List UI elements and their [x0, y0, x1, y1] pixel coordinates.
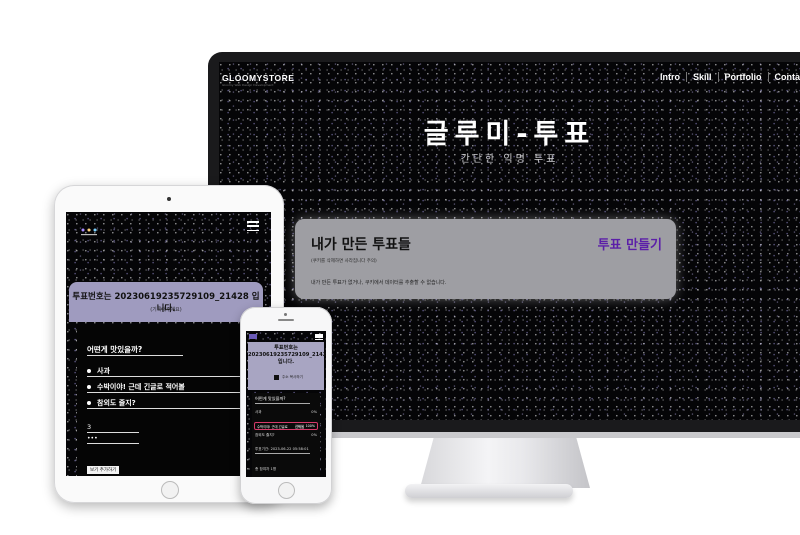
home-button[interactable] — [161, 481, 179, 499]
option-item[interactable]: 참외도 줄지? X — [87, 397, 255, 409]
menu-icon[interactable] — [247, 221, 259, 231]
option-underline — [87, 376, 243, 377]
password-underline — [87, 443, 139, 444]
option-underline — [87, 392, 243, 393]
tablet-camera — [167, 197, 171, 201]
bullet-icon — [87, 385, 91, 389]
question-underline — [87, 355, 183, 356]
bullet-icon — [87, 401, 91, 405]
monitor-stand — [420, 438, 590, 488]
option-text[interactable]: 사과 — [97, 366, 110, 376]
result-option: 참외도 줄지? — [255, 433, 275, 437]
add-option-button[interactable]: 보기 추가하기 — [87, 466, 120, 474]
create-vote-button[interactable]: 투표 만들기 — [598, 234, 662, 253]
site-logo[interactable]: GLOOMYSTORE Gloomy Web Design Developmen… — [222, 73, 294, 87]
home-button[interactable] — [278, 482, 295, 499]
bullet-icon — [87, 369, 91, 373]
deadline-underline — [255, 453, 310, 454]
logo-icon[interactable] — [249, 334, 257, 339]
nav-contact[interactable]: Conta — [767, 72, 800, 82]
main-nav: Intro Skill Portfolio Conta — [654, 72, 800, 82]
option-underline — [87, 408, 243, 409]
nav-skill[interactable]: Skill — [685, 72, 718, 82]
hero-title: 글루미-투표 — [423, 119, 596, 150]
option-text[interactable]: 수박이야! 근데 긴글로 적어볼 — [97, 382, 185, 392]
result-row[interactable]: 참외도 줄지? 0% — [252, 433, 320, 438]
copy-icon[interactable] — [274, 375, 279, 380]
result-percent: 0% — [311, 410, 317, 414]
vote-number-header: 투표번호는 20230619235729109_21428 입니다. (기록해주… — [69, 282, 263, 322]
vote-result-box: 어떤게 맛있을까? 사과 0% 수박이야! 근데 긴글로 선택됨 100% 참외… — [252, 393, 320, 477]
phone-device: 투표번호는 20230619235729109_21428 입니다. 주소 복사… — [240, 307, 332, 504]
my-votes-card: 내가 만든 투표들 투표 만들기 (쿠키를 삭제하면 사라집니다 주의) 내가 … — [295, 219, 676, 299]
vote-number-value: 20230619235729109_21428 — [248, 352, 326, 358]
nav-intro[interactable]: Intro — [654, 72, 686, 82]
deadline-text: 투표기간: 2023-06-22 05:58:01 — [255, 447, 309, 451]
nav-portfolio[interactable]: Portfolio — [717, 72, 768, 82]
option-item[interactable]: 사과 X — [87, 365, 255, 377]
count-input[interactable]: 3 — [87, 423, 91, 431]
cookie-note: (쿠키를 삭제하면 사라집니다 주의) — [311, 259, 377, 264]
vote-number-header: 투표번호는 20230619235729109_21428 입니다. 주소 복사… — [248, 342, 326, 390]
my-votes-title: 내가 만든 투표들 — [311, 237, 411, 253]
remember-note: (기록해주세요) — [150, 307, 182, 313]
monitor-stand-base — [405, 484, 573, 498]
vote-number-label: 투표번호는 — [274, 345, 298, 351]
result-percent: 100% — [305, 424, 315, 428]
result-option: 수박이야! 근데 긴글로 — [257, 425, 288, 429]
participants-text: 총 참여자 1명 — [255, 467, 277, 471]
hero-subtitle: 간단한 익명 투표 — [460, 154, 559, 165]
menu-icon[interactable] — [315, 334, 323, 340]
phone-screen: 투표번호는 20230619235729109_21428 입니다. 주소 복사… — [246, 331, 326, 477]
option-text[interactable]: 참외도 줄지? — [97, 398, 136, 408]
phone-camera — [284, 313, 287, 316]
selected-badge: 선택됨 — [295, 424, 305, 429]
result-option: 사과 — [255, 410, 262, 414]
question-text: 어떤게 맛있을까? — [255, 396, 286, 401]
option-item[interactable]: 수박이야! 근데 긴글로 적어볼 X — [87, 381, 255, 393]
result-percent: 0% — [311, 433, 317, 437]
result-row-selected[interactable]: 수박이야! 근데 긴글로 선택됨 100% — [254, 422, 318, 430]
vote-form: 어떤게 맛있을까? 사과 X 수박이야! 근데 긴글로 적어볼 X 참외도 줄지… — [77, 325, 255, 476]
count-underline — [87, 432, 139, 433]
empty-message: 내가 만든 투표가 없거나, 쿠키에서 데이터를 추출할 수 없습니다. — [311, 280, 447, 286]
logo-icon[interactable] — [80, 222, 98, 236]
result-row[interactable]: 사과 0% — [252, 410, 320, 415]
question-input[interactable]: 어떤게 맛있을까? — [87, 344, 142, 355]
copy-address-button[interactable]: 주소 복사하기 — [282, 375, 303, 380]
question-underline — [255, 403, 310, 404]
password-input[interactable]: ••• — [87, 435, 98, 442]
vote-number-suffix: 입니다. — [277, 359, 295, 365]
phone-speaker — [278, 319, 294, 321]
